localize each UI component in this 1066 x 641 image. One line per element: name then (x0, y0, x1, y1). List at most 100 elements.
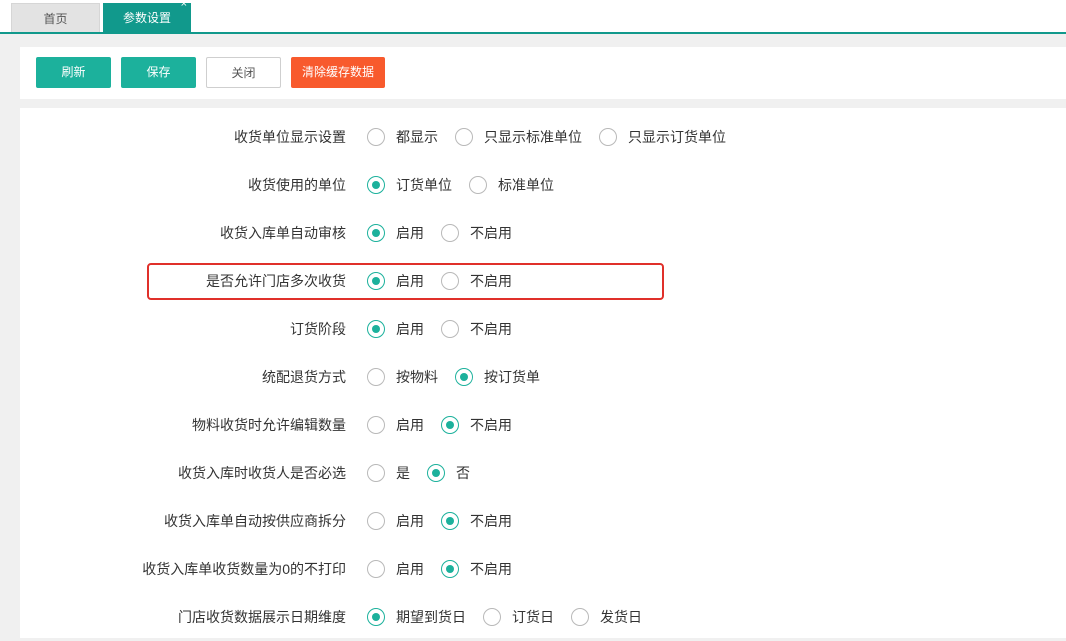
radio-option[interactable]: 不启用 (441, 511, 512, 531)
radio-option[interactable]: 都显示 (367, 127, 438, 147)
radio-unchecked-icon[interactable] (367, 464, 385, 482)
radio-option[interactable]: 按物料 (367, 367, 438, 387)
tab-parameter-settings-label: 参数设置 (122, 11, 171, 25)
radio-option-label: 按订货单 (484, 369, 540, 385)
radio-option[interactable]: 启用 (367, 223, 424, 243)
setting-label: 订货阶段 (290, 321, 346, 337)
tab-bar: 首页 参数设置 × (0, 0, 1066, 34)
radio-option-label: 启用 (396, 273, 424, 289)
radio-option[interactable]: 启用 (367, 271, 424, 291)
radio-option[interactable]: 期望到货日 (367, 607, 466, 627)
tab-parameter-settings[interactable]: 参数设置 × (103, 0, 191, 33)
setting-label: 收货入库时收货人是否必选 (178, 465, 346, 481)
tab-bar-underline (0, 32, 1066, 34)
setting-label: 统配退货方式 (262, 369, 346, 385)
radio-group: 订货单位 标准单位 (367, 161, 571, 209)
radio-unchecked-icon[interactable] (367, 416, 385, 434)
radio-option[interactable]: 只显示标准单位 (455, 127, 582, 147)
radio-option-label: 启用 (396, 561, 424, 577)
close-button[interactable]: 关闭 (206, 57, 281, 88)
radio-option[interactable]: 不启用 (441, 415, 512, 435)
radio-option-label: 发货日 (600, 609, 642, 625)
radio-unchecked-icon[interactable] (455, 128, 473, 146)
radio-unchecked-icon[interactable] (441, 224, 459, 242)
setting-row: 门店收货数据展示日期维度 期望到货日 订货日 发货日 (20, 593, 1066, 641)
radio-option[interactable]: 是 (367, 463, 410, 483)
radio-option[interactable]: 启用 (367, 319, 424, 339)
tab-home[interactable]: 首页 (11, 3, 100, 33)
radio-option[interactable]: 启用 (367, 511, 424, 531)
radio-checked-icon[interactable] (441, 416, 459, 434)
radio-option-label: 不启用 (470, 561, 512, 577)
radio-option-label: 不启用 (470, 513, 512, 529)
radio-option-label: 启用 (396, 417, 424, 433)
radio-group: 启用 不启用 (367, 497, 529, 545)
radio-checked-icon[interactable] (367, 176, 385, 194)
radio-option-label: 是 (396, 465, 410, 481)
radio-option-label: 不启用 (470, 321, 512, 337)
radio-unchecked-icon[interactable] (599, 128, 617, 146)
radio-option-label: 只显示标准单位 (484, 129, 582, 145)
radio-option[interactable]: 只显示订货单位 (599, 127, 726, 147)
clear-cache-button[interactable]: 清除缓存数据 (291, 57, 385, 88)
radio-group: 启用 不启用 (367, 209, 529, 257)
settings-form: 收货单位显示设置 都显示 只显示标准单位 只显示订货单位收货使用的单位 订货单位 标准单位… (20, 108, 1066, 638)
save-button[interactable]: 保存 (121, 57, 196, 88)
close-icon[interactable]: × (181, 0, 187, 14)
setting-row: 收货使用的单位 订货单位 标准单位 (20, 161, 1066, 209)
radio-option-label: 期望到货日 (396, 609, 466, 625)
radio-option[interactable]: 不启用 (441, 319, 512, 339)
radio-option[interactable]: 不启用 (441, 271, 512, 291)
radio-checked-icon[interactable] (367, 608, 385, 626)
radio-checked-icon[interactable] (427, 464, 445, 482)
radio-unchecked-icon[interactable] (367, 368, 385, 386)
setting-row: 物料收货时允许编辑数量 启用 不启用 (20, 401, 1066, 449)
radio-option[interactable]: 不启用 (441, 223, 512, 243)
radio-option-label: 启用 (396, 225, 424, 241)
radio-option[interactable]: 标准单位 (469, 175, 554, 195)
tab-home-label: 首页 (43, 12, 68, 26)
radio-checked-icon[interactable] (455, 368, 473, 386)
radio-unchecked-icon[interactable] (441, 320, 459, 338)
radio-option-label: 订货日 (512, 609, 554, 625)
setting-row: 收货入库单收货数量为0的不打印 启用 不启用 (20, 545, 1066, 593)
radio-option-label: 只显示订货单位 (628, 129, 726, 145)
radio-checked-icon[interactable] (367, 272, 385, 290)
radio-option[interactable]: 启用 (367, 559, 424, 579)
radio-group: 启用 不启用 (367, 401, 529, 449)
setting-label: 收货单位显示设置 (234, 129, 346, 145)
radio-checked-icon[interactable] (367, 224, 385, 242)
setting-label: 收货入库单收货数量为0的不打印 (142, 561, 346, 577)
setting-label: 物料收货时允许编辑数量 (192, 417, 346, 433)
radio-option[interactable]: 发货日 (571, 607, 642, 627)
setting-row: 收货单位显示设置 都显示 只显示标准单位 只显示订货单位 (20, 113, 1066, 161)
radio-unchecked-icon[interactable] (469, 176, 487, 194)
setting-label: 收货入库单自动按供应商拆分 (164, 513, 346, 529)
setting-label: 是否允许门店多次收货 (206, 273, 346, 289)
radio-unchecked-icon[interactable] (571, 608, 589, 626)
radio-option[interactable]: 否 (427, 463, 470, 483)
radio-checked-icon[interactable] (441, 512, 459, 530)
radio-option[interactable]: 订货日 (483, 607, 554, 627)
refresh-button[interactable]: 刷新 (36, 57, 111, 88)
radio-option[interactable]: 启用 (367, 415, 424, 435)
radio-option-label: 不启用 (470, 273, 512, 289)
radio-checked-icon[interactable] (367, 320, 385, 338)
radio-unchecked-icon[interactable] (367, 512, 385, 530)
radio-unchecked-icon[interactable] (367, 128, 385, 146)
setting-row: 收货入库时收货人是否必选 是 否 (20, 449, 1066, 497)
radio-option-label: 否 (456, 465, 470, 481)
radio-option[interactable]: 按订货单 (455, 367, 540, 387)
radio-unchecked-icon[interactable] (367, 560, 385, 578)
radio-group: 都显示 只显示标准单位 只显示订货单位 (367, 113, 743, 161)
radio-checked-icon[interactable] (441, 560, 459, 578)
radio-option-label: 启用 (396, 321, 424, 337)
radio-group: 期望到货日 订货日 发货日 (367, 593, 659, 641)
setting-row: 订货阶段 启用 不启用 (20, 305, 1066, 353)
radio-option-label: 启用 (396, 513, 424, 529)
radio-unchecked-icon[interactable] (441, 272, 459, 290)
radio-unchecked-icon[interactable] (483, 608, 501, 626)
radio-option[interactable]: 订货单位 (367, 175, 452, 195)
setting-label: 门店收货数据展示日期维度 (178, 609, 346, 625)
radio-option[interactable]: 不启用 (441, 559, 512, 579)
